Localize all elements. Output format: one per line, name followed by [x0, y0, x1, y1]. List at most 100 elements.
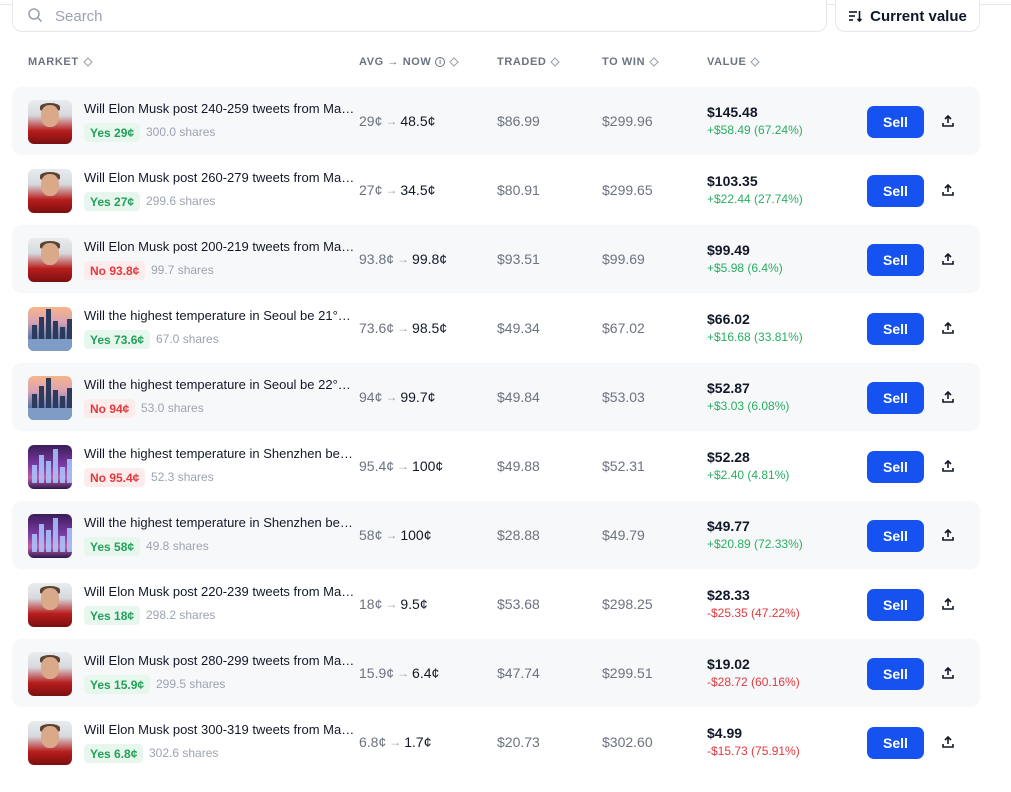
to-win-amount: $53.03	[602, 389, 645, 405]
sell-button[interactable]: Sell	[867, 658, 924, 690]
share-icon[interactable]	[941, 183, 955, 197]
column-header-market[interactable]: MARKET	[28, 56, 93, 68]
sell-button[interactable]: Sell	[867, 313, 924, 345]
avg-price: 58¢	[359, 527, 383, 543]
sort-toggle-icon	[649, 57, 659, 67]
sell-button[interactable]: Sell	[867, 520, 924, 552]
info-icon[interactable]: i	[435, 57, 446, 67]
avg-now-price: 58¢ → 100¢	[359, 527, 432, 543]
to-win-amount: $67.02	[602, 320, 645, 336]
position-value: $66.02	[707, 311, 750, 327]
sell-button[interactable]: Sell	[867, 589, 924, 621]
arrow-right-icon: →	[389, 735, 402, 749]
current-price: 98.5¢	[412, 320, 448, 336]
share-icon[interactable]	[941, 666, 955, 680]
share-icon[interactable]	[941, 321, 955, 335]
table-row[interactable]: Will Elon Musk post 280-299 tweets from …	[12, 639, 980, 707]
position-value: $52.28	[707, 449, 750, 465]
table-header: MARKET AVG → NOW i TRADED TO WIN VALUE	[0, 56, 1011, 72]
sell-button[interactable]: Sell	[867, 382, 924, 414]
outcome-badge: Yes 73.6¢	[84, 330, 151, 349]
current-price: 9.5¢	[400, 596, 428, 612]
market-thumbnail	[28, 307, 72, 351]
avg-now-price: 6.8¢ → 1.7¢	[359, 734, 432, 750]
value-change: +$20.89 (72.33%)	[707, 537, 803, 551]
sell-button[interactable]: Sell	[867, 451, 924, 483]
market-title[interactable]: Will the highest temperature in Seoul be…	[84, 308, 356, 323]
market-title[interactable]: Will Elon Musk post 300-319 tweets from …	[84, 722, 356, 737]
share-icon[interactable]	[941, 252, 955, 266]
shares-count: 99.7 shares	[151, 263, 214, 277]
sort-label: Current value	[870, 7, 967, 25]
shares-count: 53.0 shares	[141, 401, 204, 415]
table-row[interactable]: Will the highest temperature in Seoul be…	[12, 363, 980, 431]
market-title[interactable]: Will the highest temperature in Seoul be…	[84, 377, 356, 392]
share-icon[interactable]	[941, 597, 955, 611]
sell-button[interactable]: Sell	[867, 727, 924, 759]
table-row[interactable]: Will the highest temperature in Shenzhen…	[12, 501, 980, 569]
sell-button[interactable]: Sell	[867, 244, 924, 276]
current-price: 48.5¢	[400, 113, 436, 129]
sell-button[interactable]: Sell	[867, 175, 924, 207]
traded-amount: $80.91	[497, 182, 540, 198]
table-row[interactable]: Will Elon Musk post 200-219 tweets from …	[12, 225, 980, 293]
to-win-amount: $49.79	[602, 527, 645, 543]
column-header-to-win[interactable]: TO WIN	[602, 56, 659, 68]
column-traded-label: TRADED	[497, 56, 547, 68]
table-row[interactable]: Will Elon Musk post 300-319 tweets from …	[12, 708, 980, 776]
table-row[interactable]: Will the highest temperature in Shenzhen…	[12, 432, 980, 500]
share-icon[interactable]	[941, 528, 955, 542]
market-title[interactable]: Will Elon Musk post 220-239 tweets from …	[84, 584, 356, 599]
share-icon[interactable]	[941, 390, 955, 404]
column-header-value[interactable]: VALUE	[707, 56, 761, 68]
sort-toggle-icon	[750, 57, 761, 67]
table-row[interactable]: Will Elon Musk post 260-279 tweets from …	[12, 156, 980, 224]
market-title[interactable]: Will Elon Musk post 200-219 tweets from …	[84, 239, 356, 254]
market-title[interactable]: Will the highest temperature in Shenzhen…	[84, 515, 356, 530]
value-change: +$3.03 (6.08%)	[707, 399, 790, 413]
avg-now-price: 18¢ → 9.5¢	[359, 596, 428, 612]
share-icon[interactable]	[941, 735, 955, 749]
position-value: $103.35	[707, 173, 758, 189]
position-value: $19.02	[707, 656, 750, 672]
position-value: $145.48	[707, 104, 758, 120]
column-header-traded[interactable]: TRADED	[497, 56, 561, 68]
arrow-right-icon: →	[385, 528, 398, 542]
table-row[interactable]: Will the highest temperature in Seoul be…	[12, 294, 980, 362]
market-thumbnail	[28, 445, 72, 489]
column-avg-now-label: AVG → NOW	[359, 56, 432, 68]
share-icon[interactable]	[941, 114, 955, 128]
avg-price: 94¢	[359, 389, 383, 405]
market-title[interactable]: Will the highest temperature in Shenzhen…	[84, 446, 356, 461]
avg-price: 18¢	[359, 596, 383, 612]
outcome-badge: No 93.8¢	[84, 261, 146, 280]
avg-now-price: 29¢ → 48.5¢	[359, 113, 435, 129]
outcome-badge: No 94¢	[84, 399, 136, 418]
sell-button[interactable]: Sell	[867, 106, 924, 138]
position-value: $99.49	[707, 242, 750, 258]
search-input[interactable]: Search	[12, 0, 827, 32]
market-title[interactable]: Will Elon Musk post 260-279 tweets from …	[84, 170, 356, 185]
shares-count: 52.3 shares	[151, 470, 214, 484]
table-row[interactable]: Will Elon Musk post 240-259 tweets from …	[12, 87, 980, 155]
position-value: $49.77	[707, 518, 750, 534]
traded-amount: $93.51	[497, 251, 540, 267]
position-value: $4.99	[707, 725, 743, 741]
avg-now-price: 93.8¢ → 99.8¢	[359, 251, 447, 267]
value-change: -$15.73 (75.91%)	[707, 744, 800, 758]
current-price: 6.4¢	[412, 665, 440, 681]
market-thumbnail	[28, 238, 72, 282]
value-change: +$5.98 (6.4%)	[707, 261, 783, 275]
search-placeholder: Search	[55, 7, 103, 25]
market-title[interactable]: Will Elon Musk post 240-259 tweets from …	[84, 101, 356, 116]
value-change: +$16.68 (33.81%)	[707, 330, 803, 344]
position-value: $52.87	[707, 380, 750, 396]
share-icon[interactable]	[941, 459, 955, 473]
column-header-avg-now[interactable]: AVG → NOW i	[359, 56, 460, 68]
table-row[interactable]: Will Elon Musk post 220-239 tweets from …	[12, 570, 980, 638]
sort-icon	[849, 11, 863, 23]
column-market-label: MARKET	[28, 56, 79, 68]
market-title[interactable]: Will Elon Musk post 280-299 tweets from …	[84, 653, 356, 668]
market-thumbnail	[28, 583, 72, 627]
sort-current-value-button[interactable]: Current value	[835, 0, 980, 32]
